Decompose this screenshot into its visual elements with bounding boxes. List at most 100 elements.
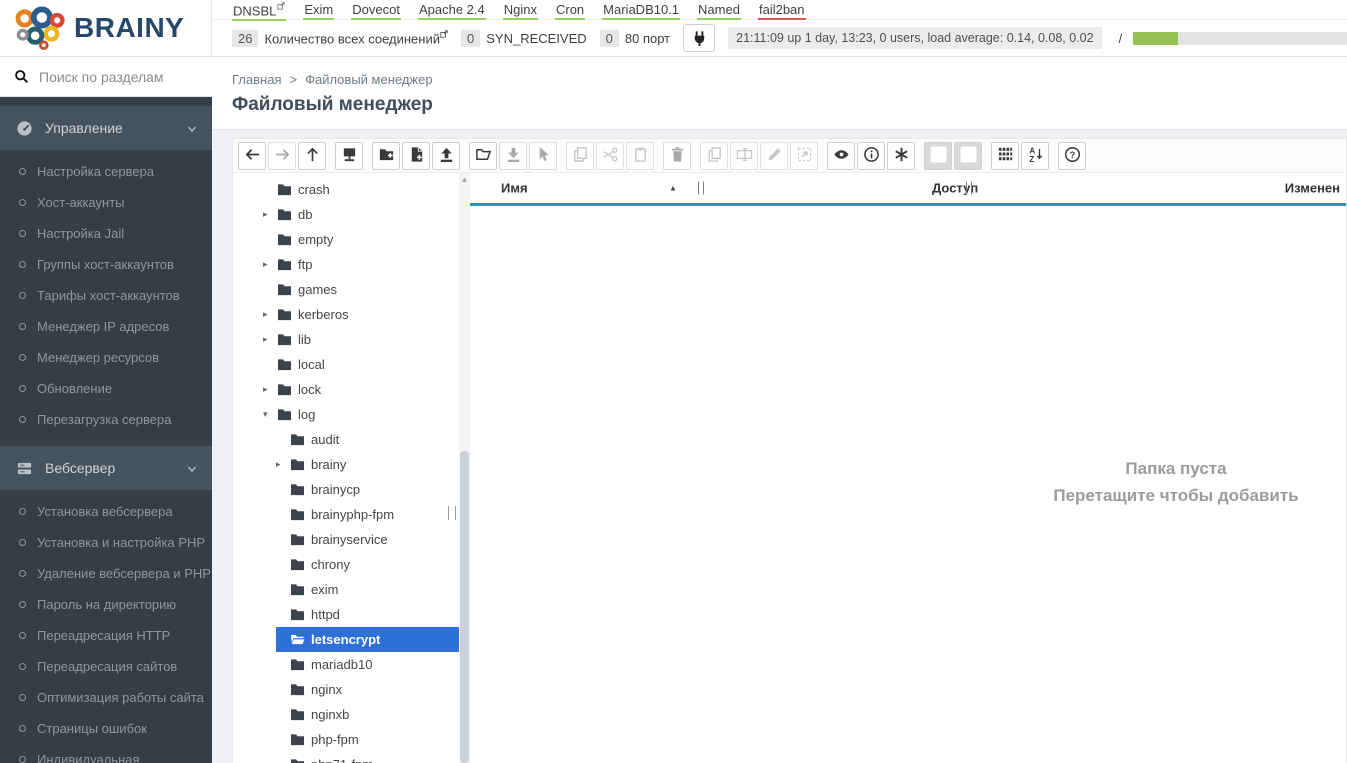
tree-item-label: mariadb10: [311, 657, 373, 672]
info-button[interactable]: [857, 141, 885, 170]
new-folder-button[interactable]: [372, 141, 400, 170]
sidebar-item-хост-аккаунты[interactable]: Хост-аккаунты: [0, 187, 212, 218]
tree-item-mariadb10[interactable]: mariadb10: [233, 652, 459, 677]
expander-expand-icon[interactable]: ▸: [263, 309, 277, 320]
breadcrumb-home[interactable]: Главная: [232, 72, 281, 87]
tree-item-audit[interactable]: audit: [233, 427, 459, 452]
folder-open-icon: [475, 146, 492, 166]
preview-button[interactable]: [827, 141, 855, 170]
archive-down-button: [954, 141, 982, 170]
sidebar-item-пароль-на-директорию[interactable]: Пароль на директорию: [0, 589, 212, 620]
sidebar-section-управление[interactable]: Управление: [0, 106, 212, 150]
tree-item-lib[interactable]: ▸ lib: [233, 327, 459, 352]
tree-item-empty[interactable]: empty: [233, 227, 459, 252]
sidebar-item-обновление[interactable]: Обновление: [0, 373, 212, 404]
upload-button[interactable]: [432, 141, 460, 170]
column-resize-handle[interactable]: [966, 181, 972, 195]
expander-collapse-icon[interactable]: ▾: [263, 409, 277, 420]
connections-plug-button[interactable]: [683, 24, 716, 52]
stat-label: SYN_RECEIVED: [486, 30, 587, 46]
tree-item-games[interactable]: games: [233, 277, 459, 302]
expander-expand-icon[interactable]: ▸: [263, 209, 277, 220]
service-link-exim[interactable]: Exim: [303, 2, 335, 20]
sidebar-item-страницы-ошибок[interactable]: Страницы ошибок: [0, 713, 212, 744]
tree-item-log[interactable]: ▾ log: [233, 402, 459, 427]
service-link-cron[interactable]: Cron: [554, 2, 586, 20]
tree-item-nginx[interactable]: nginx: [233, 677, 459, 702]
tree-item-crash[interactable]: crash: [233, 177, 459, 202]
tree-item-letsencrypt[interactable]: letsencrypt: [233, 627, 459, 652]
sidebar-item-установка-и-настройка-php[interactable]: Установка и настройка PHP: [0, 527, 212, 558]
sidebar-item-перезагрузка-сервера[interactable]: Перезагрузка сервера: [0, 404, 212, 435]
service-link-apache-2-4[interactable]: Apache 2.4: [417, 2, 486, 20]
scrollbar-thumb[interactable]: [460, 451, 469, 763]
open-folder-button[interactable]: [469, 141, 497, 170]
plug-icon: [694, 30, 704, 46]
view-grid-button[interactable]: [991, 141, 1019, 170]
tree-item-brainyphp-fpm[interactable]: brainyphp-fpm: [233, 502, 459, 527]
tree-item-php71-fpm[interactable]: php71-fpm: [233, 752, 459, 763]
dashboard-icon: [16, 120, 33, 137]
tree-item-lock[interactable]: ▸ lock: [233, 377, 459, 402]
top-header: BRAINY DNSBL Exim Dovecot Apache 2.4 Nginx Cr…: [0, 0, 1347, 57]
sidebar-item-label: Индивидуальная: [37, 752, 140, 763]
tree-item-ftp[interactable]: ▸ ftp: [233, 252, 459, 277]
tree-item-local[interactable]: local: [233, 352, 459, 377]
tree-item-highlight: crash: [263, 177, 459, 202]
expander-expand-icon[interactable]: ▸: [263, 384, 277, 395]
service-link-nginx[interactable]: Nginx: [502, 2, 538, 20]
service-link-dnsbl[interactable]: DNSBL: [232, 2, 287, 22]
service-link-fail2ban[interactable]: fail2ban: [757, 2, 806, 20]
sidebar-item-удаление-вебсервера-и-php[interactable]: Удаление вебсервера и PHP: [0, 558, 212, 589]
up-button[interactable]: [298, 141, 326, 170]
sidebar-item-оптимизация-работы-сайта[interactable]: Оптимизация работы сайта: [0, 682, 212, 713]
sidebar-item-индивидуальная[interactable]: Индивидуальная: [0, 744, 212, 763]
service-link-dovecot[interactable]: Dovecot: [351, 2, 401, 20]
search-input[interactable]: [39, 68, 199, 85]
tree-splitter-handle[interactable]: [448, 506, 456, 520]
service-link-mariadb10-1[interactable]: MariaDB10.1: [602, 2, 681, 20]
sidebar-item-тарифы-хост-аккаунтов[interactable]: Тарифы хост-аккаунтов: [0, 280, 212, 311]
tree-item-db[interactable]: ▸ db: [233, 202, 459, 227]
sidebar-item-настройка-jail[interactable]: Настройка Jail: [0, 218, 212, 249]
back-button[interactable]: [238, 141, 266, 170]
tree-item-nginxb[interactable]: nginxb: [233, 702, 459, 727]
new-file-button[interactable]: [402, 141, 430, 170]
sort-alpha-button[interactable]: AZ: [1021, 141, 1049, 170]
pointer-icon: [535, 146, 552, 166]
column-resize-handle[interactable]: [698, 181, 704, 195]
column-header-modified[interactable]: Изменен: [1285, 181, 1340, 196]
sidebar-item-группы-хост-аккаунтов[interactable]: Группы хост-аккаунтов: [0, 249, 212, 280]
service-link-named[interactable]: Named: [697, 2, 741, 20]
sidebar-item-переадресация-http[interactable]: Переадресация HTTP: [0, 620, 212, 651]
forward-button: [268, 141, 296, 170]
sidebar-item-менеджер-ip-адресов[interactable]: Менеджер IP адресов: [0, 311, 212, 342]
tree-item-kerberos[interactable]: ▸ kerberos: [233, 302, 459, 327]
scrollbar-up-arrow[interactable]: ▲: [459, 175, 470, 184]
sidebar-item-установка-вебсервера[interactable]: Установка вебсервера: [0, 496, 212, 527]
tree-item-brainy[interactable]: ▸ brainy: [233, 452, 459, 477]
tree-item-label: php-fpm: [311, 732, 359, 747]
expander-expand-icon[interactable]: ▸: [263, 259, 277, 270]
tree-scrollbar[interactable]: ▲: [459, 173, 470, 763]
root-directory-button[interactable]: [335, 141, 363, 170]
column-header-name[interactable]: Имя: [501, 181, 528, 196]
tree-item-label: log: [298, 407, 316, 422]
tree-item-php-fpm[interactable]: php-fpm: [233, 727, 459, 752]
expander-expand-icon[interactable]: ▸: [263, 334, 277, 345]
stat-value-badge: 0: [461, 29, 481, 47]
brainy-logo[interactable]: BRAINY: [0, 0, 212, 56]
tree-item-exim[interactable]: exim: [233, 577, 459, 602]
tree-item-chrony[interactable]: chrony: [233, 552, 459, 577]
tree-item-brainyservice[interactable]: brainyservice: [233, 527, 459, 552]
tree-item-httpd[interactable]: httpd: [233, 602, 459, 627]
tree-item-brainycp[interactable]: brainycp: [233, 477, 459, 502]
sidebar-item-переадресация-сайтов[interactable]: Переадресация сайтов: [0, 651, 212, 682]
chevron-down-icon: [186, 462, 198, 474]
expander-expand-icon[interactable]: ▸: [276, 459, 290, 470]
permissions-button[interactable]: [887, 141, 915, 170]
sidebar-item-менеджер-ресурсов[interactable]: Менеджер ресурсов: [0, 342, 212, 373]
help-button[interactable]: ?: [1058, 141, 1086, 170]
sidebar-item-настройка-сервера[interactable]: Настройка сервера: [0, 156, 212, 187]
sidebar-section-вебсервер[interactable]: Вебсервер: [0, 446, 212, 490]
